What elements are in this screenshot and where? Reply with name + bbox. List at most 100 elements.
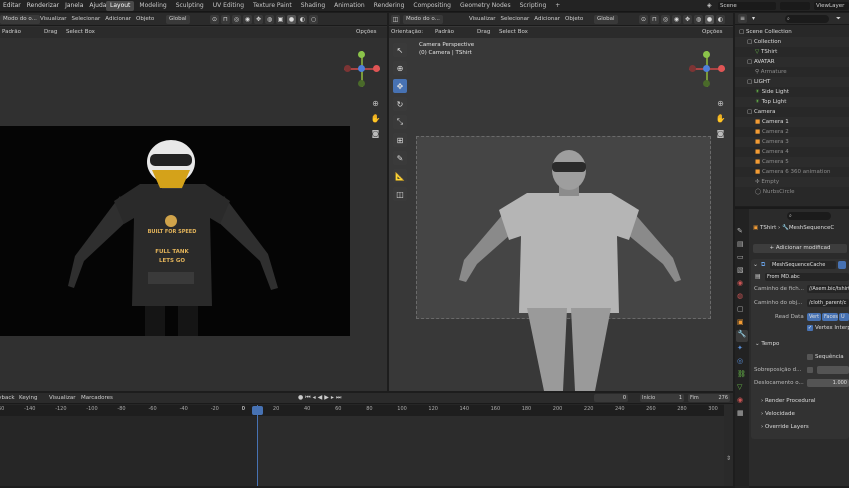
snap-icon[interactable]: ⊓ [221, 15, 230, 24]
modifier-collapse-icon[interactable]: ⌄ [753, 261, 758, 268]
camera-view-viewport[interactable]: Modo do o... Visualizar Selecionar Adici… [0, 13, 387, 391]
right-visibility-icon[interactable]: ◉ [672, 15, 681, 24]
left-navigation-gizmo[interactable] [344, 51, 380, 87]
right-menu-selecionar[interactable]: Selecionar [500, 15, 529, 24]
transform-tool-icon[interactable]: ⊞ [393, 133, 407, 147]
outliner-item[interactable]: ☀ Side Light [735, 87, 849, 97]
timeline-ruler[interactable] [0, 405, 733, 416]
scale-tool-icon[interactable]: ⤡ [393, 115, 407, 129]
data-tab-icon[interactable]: ▽ [737, 383, 742, 391]
left-drag-label[interactable]: Drag [44, 28, 57, 37]
outliner-item[interactable]: ▢ Scene Collection [735, 27, 849, 37]
modifier-name-field[interactable]: MeshSequenceCache [770, 261, 836, 269]
constraints-tab-icon[interactable]: ⛓ [737, 370, 746, 378]
left-padrao-label[interactable]: Padrão [2, 28, 21, 37]
zoom-icon[interactable]: ⊕ [370, 98, 381, 109]
timeline-menu-marcadores[interactable]: Marcadores [81, 394, 113, 403]
left-select-box[interactable]: Select Box [66, 28, 95, 37]
left-orientation-dropdown[interactable]: Global [166, 15, 190, 24]
select-tool-icon[interactable]: ↖ [393, 43, 407, 57]
velocity-header[interactable]: › Velocidade [761, 409, 795, 419]
view-layer-icon-box[interactable] [780, 2, 810, 10]
tab-geometry-nodes[interactable]: Geometry Nodes [456, 1, 515, 11]
left-menu-adicionar[interactable]: Adicionar [105, 15, 131, 24]
read-vert-toggle[interactable]: Vert [807, 313, 821, 321]
right-pan-hand-icon[interactable]: ✋ [715, 113, 726, 124]
add-workspace-button[interactable]: + [551, 1, 564, 11]
outliner-item[interactable]: ⚲ Armature [735, 67, 849, 77]
output-tab-icon[interactable]: ▭ [737, 253, 744, 261]
right-snap-icon[interactable]: ⊓ [650, 15, 659, 24]
proportional-edit-icon[interactable]: ◎ [232, 15, 241, 24]
outliner-item[interactable]: ■ Camera 3 [735, 137, 849, 147]
move-tool-icon[interactable]: ✥ [393, 79, 407, 93]
right-shading-material-icon[interactable]: ◐ [716, 15, 725, 24]
physics-tab-icon[interactable]: ◎ [737, 357, 743, 365]
time-section-header[interactable]: ⌄ Tempo [755, 339, 779, 349]
right-navigation-gizmo[interactable] [689, 51, 725, 87]
outliner-item[interactable]: ■ Camera 6 360 animation [735, 167, 849, 177]
timeline-scrollbar[interactable] [724, 404, 733, 486]
outliner-search-input[interactable]: ⌕ [785, 15, 829, 23]
shading-rendered-icon[interactable]: ○ [309, 15, 318, 24]
current-frame-field[interactable]: 0 [594, 394, 628, 402]
outliner-type-icon[interactable]: ≡ [738, 14, 747, 23]
right-overlay-icon[interactable]: ◍ [694, 15, 703, 24]
timeline-menu-visualizar[interactable]: Visualizar [49, 394, 75, 403]
tab-uv-editing[interactable]: UV Editing [209, 1, 248, 11]
record-icon[interactable]: ● [298, 394, 303, 402]
file-path-field[interactable]: //Asem.bic/tshirt [807, 285, 849, 293]
right-drag-label[interactable]: Drag [477, 28, 490, 37]
right-select-box[interactable]: Select Box [499, 28, 528, 37]
view-layer-tab-icon[interactable]: ▧ [737, 266, 744, 274]
tool-tab-icon[interactable]: ✎ [737, 227, 743, 235]
outliner-item[interactable]: ◯ NurbsCircle [735, 187, 849, 197]
texture-tab-icon[interactable]: ▦ [737, 409, 744, 417]
world-tab-icon[interactable]: ◍ [737, 292, 743, 300]
end-frame-field[interactable]: Fim 276 [688, 394, 730, 402]
overlap-checkbox[interactable] [807, 367, 813, 373]
3d-viewport[interactable]: ◫ Modo do o... Visualizar Selecionar Adi… [389, 13, 733, 391]
outliner-item[interactable]: ■ Camera 1 [735, 117, 849, 127]
pivot-icon[interactable]: ⊙ [210, 15, 219, 24]
offset-field[interactable]: 1.000 [807, 379, 849, 387]
outliner-item[interactable]: ✢ Empty [735, 177, 849, 187]
read-faces-toggle[interactable]: Faces [822, 313, 838, 321]
outliner-item[interactable]: ▽ TShirt [735, 47, 849, 57]
vertex-interp-checkbox[interactable]: ✓ [807, 325, 813, 331]
rotate-tool-icon[interactable]: ↻ [393, 97, 407, 111]
left-options-button[interactable]: Opções [356, 28, 376, 37]
outliner-item[interactable]: ▢ LIGHT [735, 77, 849, 87]
timeline-editor[interactable]: Playback Keying Visualizar Marcadores ● … [0, 393, 733, 486]
visibility-icon[interactable]: ◉ [243, 15, 252, 24]
right-pivot-icon[interactable]: ⊙ [639, 15, 648, 24]
properties-search-input[interactable]: ⌕ [787, 212, 831, 220]
right-shading-solid-icon[interactable]: ● [705, 15, 714, 24]
pan-hand-icon[interactable]: ✋ [370, 113, 381, 124]
outliner-filter-icon[interactable]: ⏷ [834, 14, 843, 23]
left-menu-objeto[interactable]: Objeto [136, 15, 154, 24]
shading-material-icon[interactable]: ◐ [298, 15, 307, 24]
annotate-tool-icon[interactable]: ✎ [393, 151, 407, 165]
next-key-icon[interactable]: ▸ [331, 394, 334, 402]
right-mode-dropdown[interactable]: Modo do o... [403, 15, 443, 24]
material-tab-icon[interactable]: ◉ [737, 396, 743, 404]
view-layer-selector[interactable]: ViewLayer [814, 2, 849, 10]
start-frame-field[interactable]: Início 1 [640, 394, 684, 402]
cache-file-field[interactable]: From MD.abc [765, 273, 849, 281]
modifier-show-viewport-icon[interactable] [838, 261, 846, 269]
object-path-field[interactable]: /cloth_parent/c [807, 299, 849, 307]
tab-shading[interactable]: Shading [297, 1, 329, 11]
scene-tab-icon[interactable]: ◉ [737, 279, 743, 287]
cursor-tool-icon[interactable]: ⊕ [393, 61, 407, 75]
object-tab-icon[interactable]: ▣ [737, 318, 744, 326]
outliner-item[interactable]: ▢ Collection [735, 37, 849, 47]
tab-rendering[interactable]: Rendering [370, 1, 409, 11]
right-zoom-icon[interactable]: ⊕ [715, 98, 726, 109]
menu-editar[interactable]: Editar [0, 0, 24, 12]
measure-tool-icon[interactable]: 📐 [393, 169, 407, 183]
modifier-tab-icon[interactable]: 🔧 [736, 330, 748, 342]
tab-scripting[interactable]: Scripting [516, 1, 551, 11]
right-menu-visualizar[interactable]: Visualizar [469, 15, 495, 24]
menu-janela[interactable]: Janela [62, 0, 86, 12]
